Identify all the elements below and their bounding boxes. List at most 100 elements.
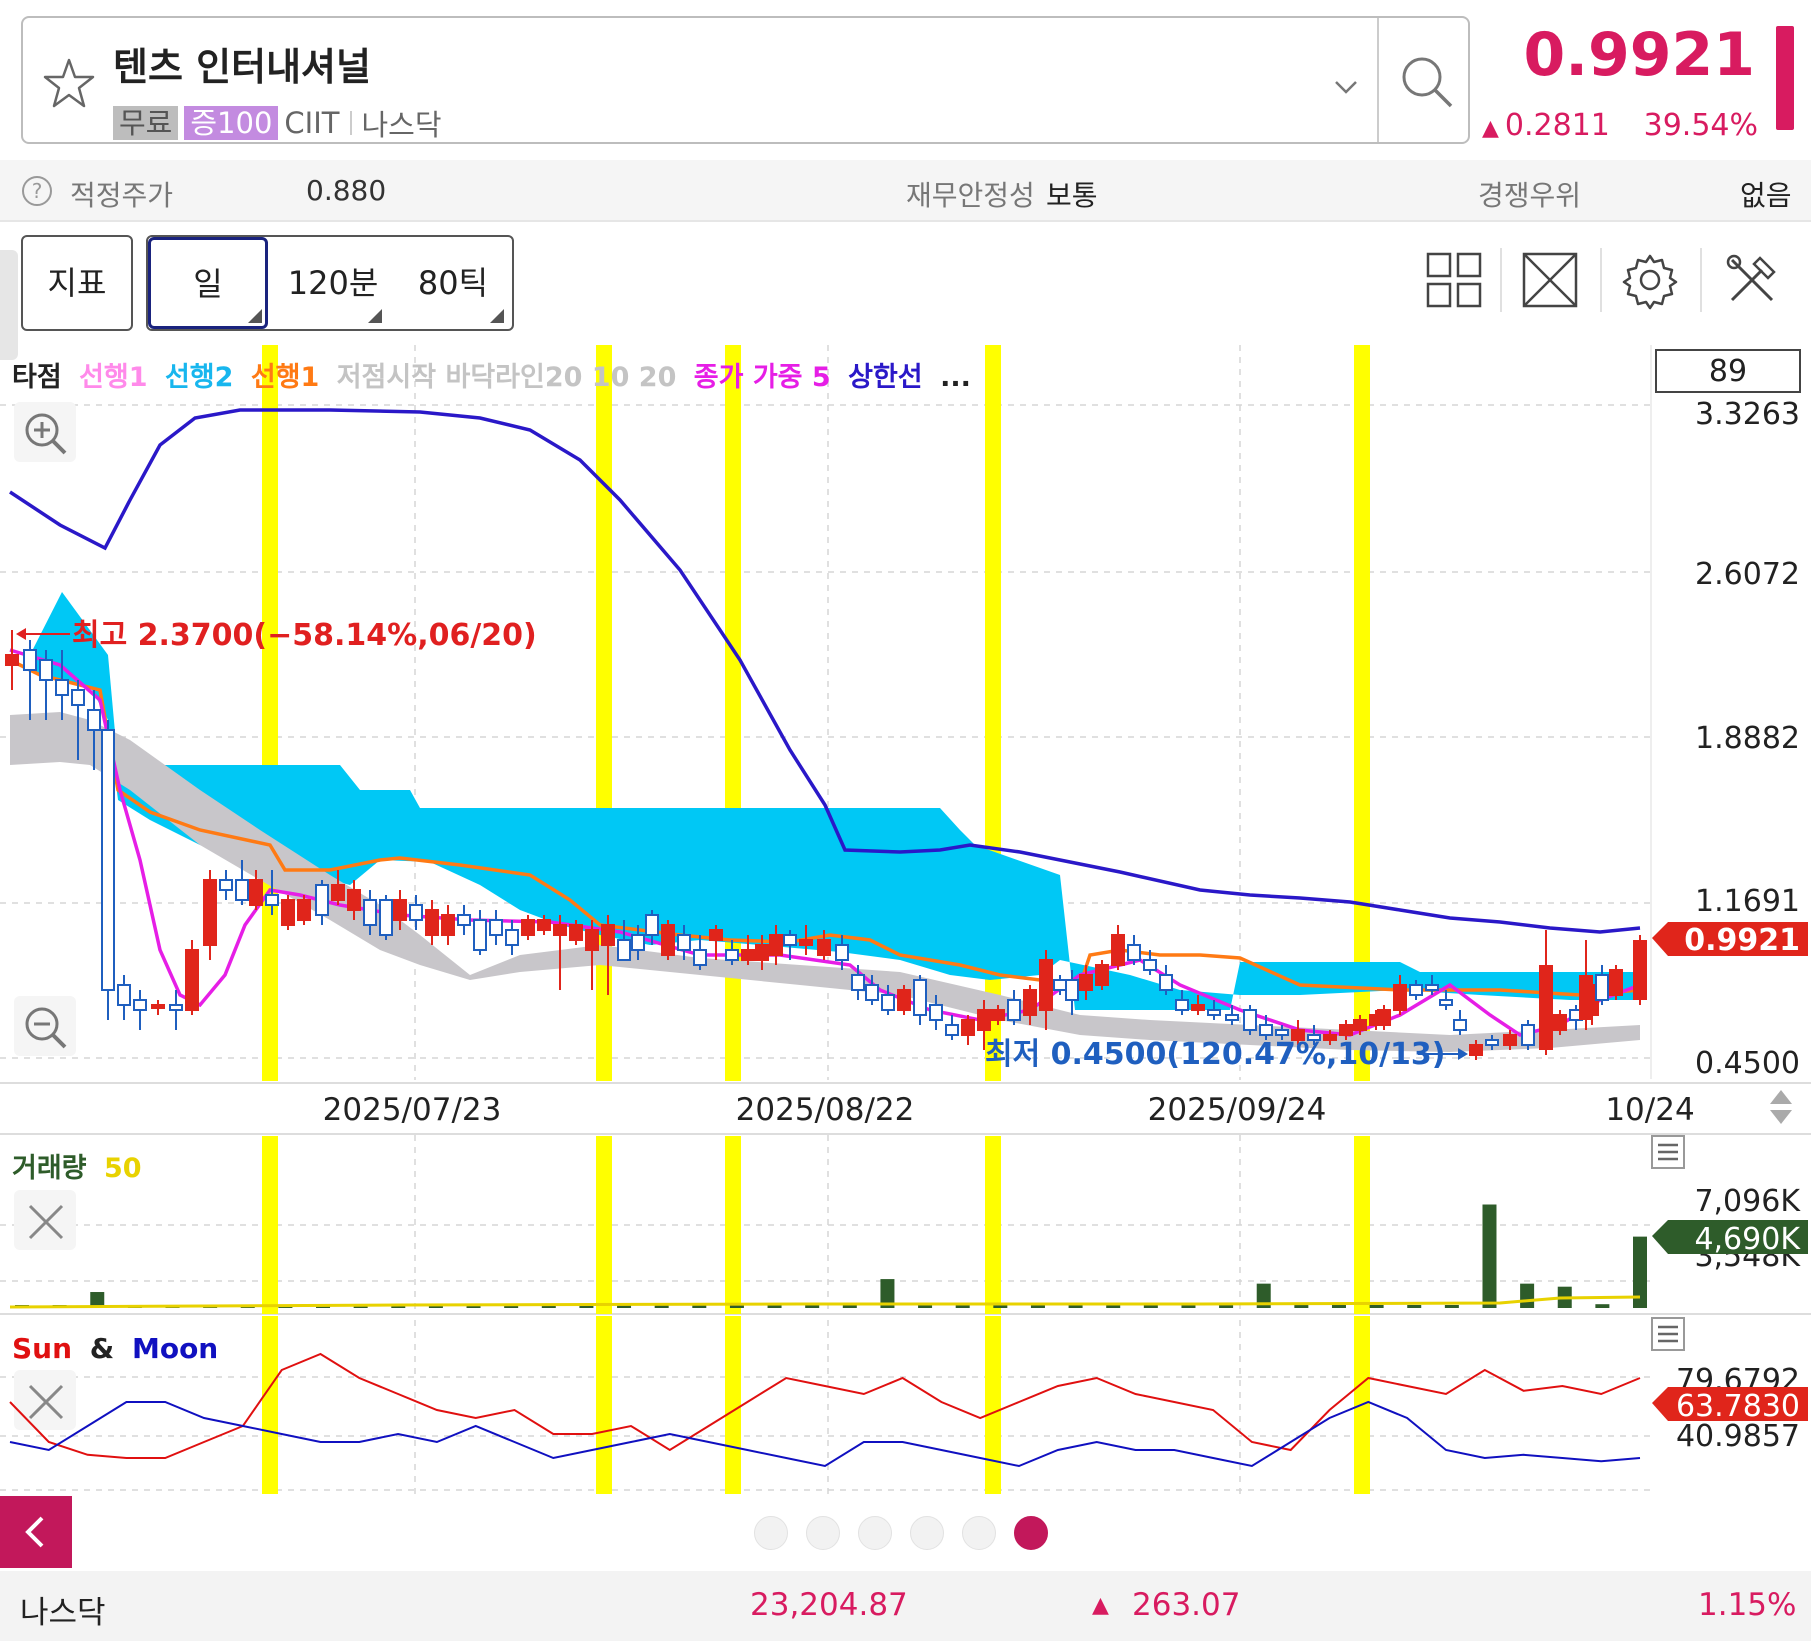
indicator-button[interactable]: 지표	[21, 235, 133, 331]
price-strength-bar	[1776, 26, 1794, 130]
candle-body	[1633, 940, 1647, 1000]
low-annotation: 최저 0.4500(120.47%,10/13)	[985, 1037, 1468, 1072]
candle-body	[185, 949, 199, 1011]
volume-legend[interactable]: 거래량 50	[12, 1153, 142, 1184]
candle-body	[929, 1004, 943, 1021]
candle-body	[265, 894, 279, 906]
candle-body	[249, 879, 263, 906]
candle-body	[851, 974, 865, 991]
period-selector: 일 120분 80틱	[146, 235, 514, 331]
up-triangle-icon: ▲	[1482, 116, 1499, 141]
chart-area[interactable]: 최고 2.3700(−58.14%,06/20) 최저 0.4500(120.4…	[0, 340, 1811, 1496]
page-dot[interactable]	[962, 1516, 996, 1550]
chevron-down-icon[interactable]	[1331, 72, 1361, 102]
candle-body	[1503, 1034, 1517, 1046]
candle-body	[1191, 1004, 1205, 1011]
candle-body	[897, 989, 911, 1011]
search-icon[interactable]	[1395, 50, 1459, 114]
candle-body	[151, 1004, 165, 1009]
legend-hit: 타점	[12, 362, 62, 393]
highlight-column	[985, 1316, 1001, 1494]
candle-body	[1275, 1029, 1289, 1036]
sun-moon-legend[interactable]: Sun & Moon	[12, 1332, 218, 1365]
side-handle[interactable]	[0, 250, 18, 360]
gear-icon[interactable]	[1620, 250, 1680, 310]
candle-body	[553, 924, 567, 936]
candle-body	[297, 899, 311, 921]
change-value: 0.2811	[1504, 108, 1610, 143]
candle-body	[569, 924, 583, 941]
menu-icon[interactable]	[1651, 1135, 1685, 1169]
candle-body	[1023, 989, 1037, 1016]
stability-value: 보통	[1046, 179, 1098, 212]
zoom-in-icon[interactable]	[14, 402, 76, 462]
menu-icon[interactable]	[1651, 1317, 1685, 1351]
highlight-column	[262, 1136, 278, 1314]
indicator-value: 89	[1709, 354, 1747, 389]
candle-body	[1175, 999, 1189, 1011]
app-root: { "header": { "stock_name": "텐츠 인터내셔널", …	[0, 0, 1811, 1641]
high-annotation: 최고 2.3700(−58.14%,06/20)	[16, 618, 537, 653]
legend-span2: 선행2	[165, 362, 233, 393]
page-dot[interactable]	[910, 1516, 944, 1550]
page-dot[interactable]	[806, 1516, 840, 1550]
candle-body	[117, 984, 131, 1006]
candle-body	[457, 914, 471, 926]
scroll-arrows-icon[interactable]	[1770, 1090, 1792, 1124]
highlight-column	[985, 1136, 1001, 1314]
candle-body	[169, 1004, 183, 1011]
help-icon[interactable]: ?	[22, 176, 52, 206]
price-axis-border	[1650, 345, 1652, 1079]
stock-tags: 무료 증100 CIIT 나스닥	[113, 102, 442, 144]
volume-bars	[15, 1204, 1647, 1308]
indicator-legend[interactable]: 타점 선행1 선행2 선행1 저점시작 바닥라인20 10 20 종가 가중 5…	[12, 362, 971, 393]
candle-body	[87, 709, 101, 731]
index-ticker-footer[interactable]: 나스닥 23,204.87 ▲ 263.07 1.15%	[0, 1571, 1811, 1641]
candle-body	[693, 949, 707, 966]
candle-body	[363, 899, 377, 926]
highlight-column	[262, 345, 278, 1081]
change-percent: 39.54%	[1643, 108, 1758, 143]
divider	[1500, 248, 1502, 312]
candle-body	[203, 879, 217, 946]
stability-label: 재무안정성	[906, 179, 1035, 212]
close-icon[interactable]	[14, 1370, 76, 1430]
candle-body	[1425, 984, 1439, 991]
highlight-column	[725, 1136, 741, 1314]
margin-badge: 증100	[184, 106, 279, 140]
tools-icon[interactable]	[1722, 250, 1782, 310]
index-value: 23,204.87	[750, 1587, 908, 1623]
candle-body	[1353, 1019, 1367, 1031]
highlight-column	[596, 1316, 612, 1494]
candle-body	[1243, 1009, 1257, 1031]
corner-marker	[490, 309, 504, 323]
highlight-column	[1354, 1136, 1370, 1314]
candle-body	[1159, 974, 1173, 991]
page-dot[interactable]	[858, 1516, 892, 1550]
candle-body	[1039, 959, 1053, 1011]
highlight-column	[596, 345, 612, 1081]
volume-bar	[1520, 1283, 1535, 1308]
back-button[interactable]	[0, 1496, 72, 1568]
page-dot-active[interactable]	[1014, 1516, 1048, 1550]
x-tick: 2025/07/23	[323, 1092, 502, 1128]
sun-line	[9, 1352, 1641, 1459]
star-icon[interactable]	[39, 54, 99, 114]
period-80-label: 80틱	[417, 264, 489, 302]
candle-body	[1579, 975, 1593, 1020]
x-tick: 10/24	[1605, 1092, 1694, 1128]
current-sun-tag: 63.7830	[1652, 1387, 1808, 1424]
candle-body	[725, 949, 739, 961]
page-dot[interactable]	[754, 1516, 788, 1550]
ticker-symbol: CIIT	[284, 106, 340, 140]
candle-body	[393, 899, 407, 921]
candle-body	[39, 659, 53, 681]
zoom-out-icon[interactable]	[14, 996, 76, 1056]
close-icon[interactable]	[14, 1190, 76, 1250]
index-change: 263.07	[1132, 1587, 1241, 1623]
low-label: 최저 0.4500(120.47%,10/13)	[985, 1037, 1446, 1072]
stock-search-box[interactable]: 텐츠 인터내셔널 무료 증100 CIIT 나스닥	[21, 16, 1470, 144]
expand-icon[interactable]	[1520, 250, 1580, 310]
grid-icon[interactable]	[1424, 250, 1484, 310]
candle-body	[409, 904, 423, 921]
